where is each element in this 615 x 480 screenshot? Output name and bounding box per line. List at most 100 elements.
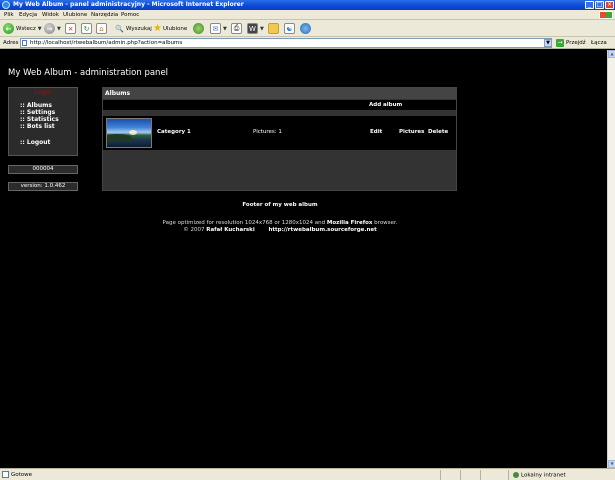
window-titlebar: My Web Album - panel administracyjny - M…: [0, 0, 615, 10]
page-viewport: My Web Album - administration panel Logi…: [0, 50, 607, 468]
back-label: Wstecz: [16, 25, 36, 32]
intranet-icon: [513, 472, 519, 478]
chevron-down-icon: ▼: [260, 25, 264, 32]
forward-button[interactable]: → ▼: [44, 22, 61, 35]
stop-button[interactable]: ×: [65, 22, 76, 35]
mail-icon: ✉: [210, 23, 221, 34]
history-button[interactable]: [193, 22, 204, 35]
windows-logo-icon: [599, 11, 613, 19]
address-input[interactable]: http://localhost/rtwebalbum/admin.php?ac…: [20, 38, 552, 48]
page-title: My Web Album - administration panel: [8, 68, 169, 78]
albums-header: Albums: [103, 88, 456, 99]
print-button[interactable]: ⎙: [231, 22, 242, 35]
album-row: Category 1 Pictures: 1 Edit Pictures Del…: [103, 116, 456, 150]
scroll-up-icon[interactable]: ▲: [608, 50, 615, 58]
go-arrow-icon: →: [556, 39, 564, 47]
favorites-label: Ulubione: [162, 25, 188, 32]
folder-icon: [268, 23, 279, 34]
thumbnail-hill: [107, 134, 132, 142]
menu-view[interactable]: Widok: [42, 12, 59, 18]
back-button[interactable]: ← Wstecz ▼: [3, 22, 42, 35]
forward-arrow-icon: →: [44, 23, 55, 34]
add-album-link[interactable]: Add album: [369, 102, 402, 108]
author-name: Rafał Kucharski: [206, 227, 255, 233]
status-bar: Gotowe Lokalny intranet: [0, 468, 615, 480]
address-dropdown-button[interactable]: ▼: [544, 39, 552, 47]
footer-note-text: Page optimized for resolution 1024x768 o…: [162, 220, 327, 226]
zone-label: Lokalny intranet: [521, 472, 566, 479]
stop-icon: ×: [65, 23, 76, 34]
address-bar: Adres http://localhost/rtwebalbum/admin.…: [0, 37, 615, 49]
window-title: My Web Album - panel administracyjny - M…: [13, 1, 244, 8]
address-label: Adres: [3, 40, 19, 46]
go-button[interactable]: → Przejdź: [556, 38, 586, 48]
research-button[interactable]: [300, 22, 311, 35]
album-pictures-link[interactable]: Pictures: [399, 129, 424, 135]
menu-bar: Plik Edycja Widok Ulubione Narzędzia Pom…: [0, 10, 615, 20]
menu-file[interactable]: Plik: [4, 12, 14, 18]
mail-button[interactable]: ✉ ▼: [210, 22, 227, 35]
menu-tools[interactable]: Narzędzia: [91, 12, 118, 18]
search-icon: 🔍: [115, 24, 124, 33]
print-icon: ⎙: [231, 23, 242, 34]
sidebar-item-bots-list[interactable]: :: Bots list: [20, 123, 55, 130]
search-button[interactable]: 🔍 Wyszukaj: [114, 22, 152, 35]
chevron-down-icon: ▼: [37, 25, 42, 32]
album-name: Category 1: [157, 129, 191, 135]
status-divider: [460, 470, 461, 480]
vertical-scrollbar[interactable]: ▲ ▼: [607, 50, 615, 468]
footer-note-suffix: browser.: [372, 220, 398, 226]
edit-button[interactable]: W ▼: [247, 22, 264, 35]
add-album-row: Add album: [103, 100, 456, 110]
messenger-button[interactable]: ☯: [284, 22, 295, 35]
links-button[interactable]: Łącza: [591, 40, 607, 46]
status-divider: [440, 470, 441, 480]
edit-icon: W: [247, 23, 258, 34]
sidebar: Login :: Albums :: Settings :: Statistic…: [8, 87, 78, 156]
refresh-button[interactable]: ↻: [81, 22, 92, 35]
status-divider: [480, 470, 481, 480]
copyright-text: © 2007: [183, 227, 207, 233]
messenger-icon: ☯: [284, 23, 295, 34]
menu-help[interactable]: Pomoc: [121, 12, 139, 18]
minimize-button[interactable]: _: [585, 1, 594, 9]
chevron-down-icon: ▼: [57, 25, 61, 32]
security-zone: Lokalny intranet: [513, 472, 566, 479]
history-icon: [193, 23, 204, 34]
album-edit-link[interactable]: Edit: [370, 129, 382, 135]
folder-button[interactable]: [268, 22, 279, 35]
close-button[interactable]: ×: [605, 1, 614, 9]
ie-icon: [2, 1, 10, 9]
albums-panel: Albums Add album Category 1 Pictures: 1 …: [102, 87, 457, 191]
status-divider: [508, 470, 509, 480]
home-icon: ⌂: [96, 23, 107, 34]
star-icon: ★: [153, 23, 162, 34]
album-thumbnail[interactable]: [106, 118, 152, 148]
visit-counter: 000004: [8, 165, 78, 174]
menu-favorites[interactable]: Ulubione: [63, 12, 87, 18]
thumbnail-sky: [129, 130, 137, 135]
login-link[interactable]: Login: [9, 89, 77, 96]
globe-icon: [300, 23, 311, 34]
status-text: Gotowe: [11, 472, 33, 478]
favorites-button[interactable]: ★ Ulubione: [153, 22, 187, 35]
sidebar-item-settings[interactable]: :: Settings: [20, 109, 55, 116]
project-site-link[interactable]: http://rtwebalbum.sourceforge.net: [268, 227, 376, 233]
search-label: Wyszukaj: [126, 25, 152, 32]
footer-title: Footer of my web album: [242, 202, 318, 208]
scroll-down-icon[interactable]: ▼: [608, 460, 615, 468]
page-status-icon: [2, 471, 9, 478]
album-delete-link[interactable]: Delete: [428, 129, 448, 135]
footer-resolution-note: Page optimized for resolution 1024x768 o…: [0, 220, 560, 226]
footer-copyright: © 2007 Rafał Kucharski http://rtwebalbum…: [0, 227, 560, 233]
chevron-down-icon: ▼: [223, 25, 227, 32]
sidebar-item-statistics[interactable]: :: Statistics: [20, 116, 59, 123]
home-button[interactable]: ⌂: [96, 22, 107, 35]
footer-browser-name: Mozilla Firefox: [326, 220, 373, 226]
menu-edit[interactable]: Edycja: [19, 12, 37, 18]
album-pictures-count: Pictures: 1: [253, 129, 282, 135]
sidebar-item-albums[interactable]: :: Albums: [20, 102, 52, 109]
maximize-button[interactable]: □: [595, 1, 604, 9]
version-label: version: 1.0.462: [8, 182, 78, 191]
logout-link[interactable]: :: Logout: [20, 139, 50, 146]
